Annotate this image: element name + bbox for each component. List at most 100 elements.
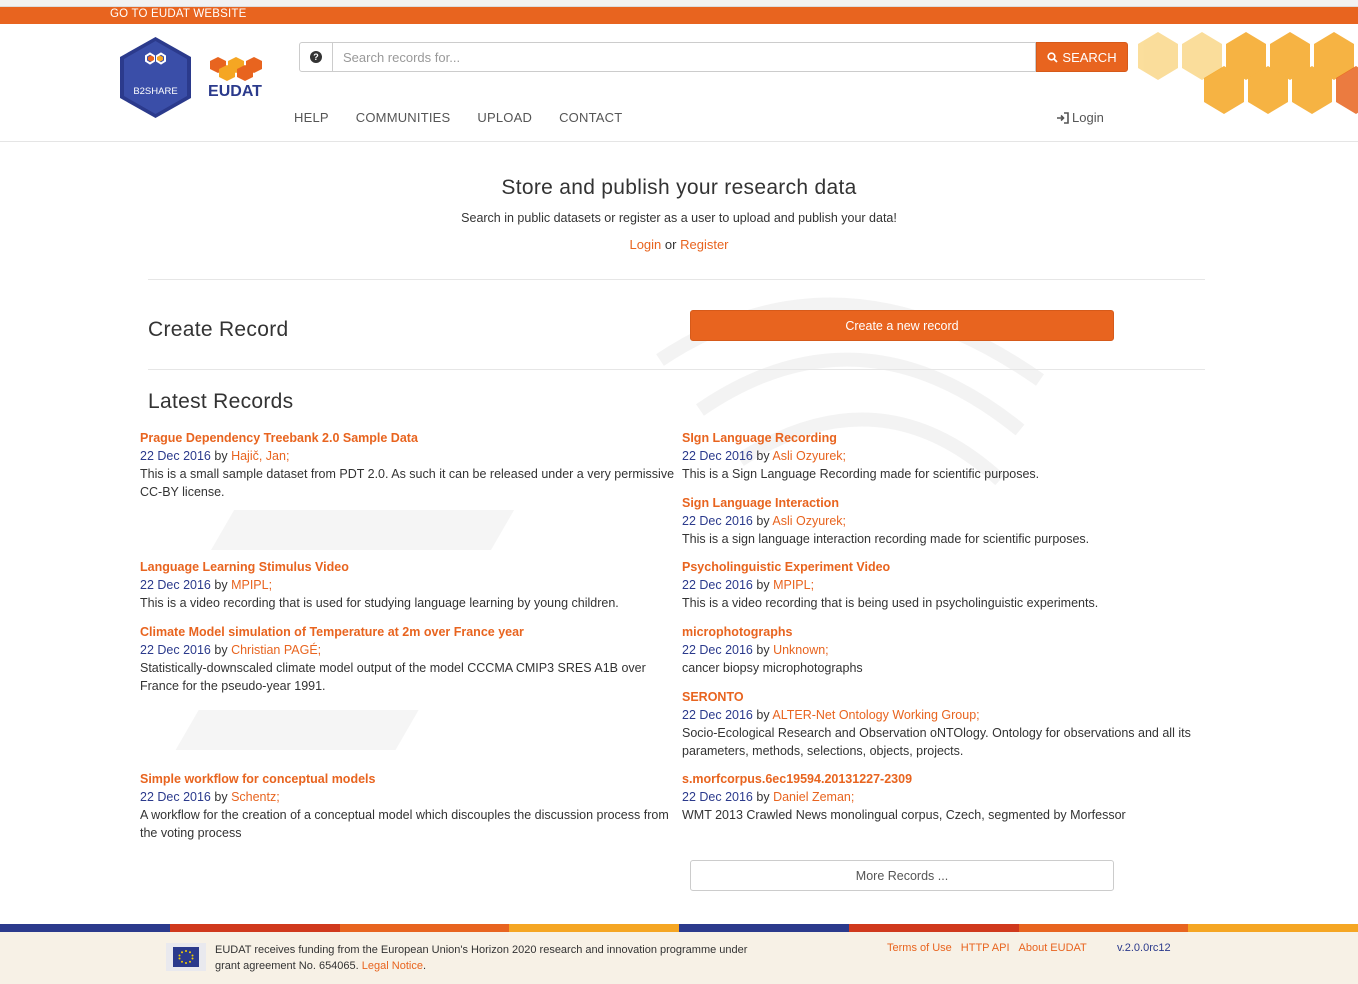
legal-notice-link[interactable]: Legal Notice	[362, 960, 423, 972]
record-author-link[interactable]: Christian PAGÉ;	[231, 643, 321, 657]
record-item: Prague Dependency Treebank 2.0 Sample Da…	[140, 429, 680, 501]
record-title-link[interactable]: SIgn Language Recording	[682, 429, 1222, 447]
create-record-heading: Create Record	[148, 318, 289, 341]
record-description: cancer biopsy microphotographs	[682, 661, 863, 675]
record-by: by	[756, 514, 770, 528]
record-date: 22 Dec 2016	[682, 790, 753, 804]
record-item: Climate Model simulation of Temperature …	[140, 623, 680, 695]
record-by: by	[756, 578, 770, 592]
record-author-link[interactable]: Hajič, Jan;	[231, 449, 289, 463]
record-author-link[interactable]: ALTER-Net Ontology Working Group;	[772, 708, 979, 722]
record-by: by	[214, 449, 228, 463]
search-help-button[interactable]: ?	[299, 42, 333, 72]
eudat-logo[interactable]: EUDAT	[200, 55, 270, 99]
record-date: 22 Dec 2016	[140, 449, 211, 463]
footer-funding-text: EUDAT receives funding from the European…	[215, 944, 748, 972]
nav-contact[interactable]: CONTACT	[559, 110, 622, 125]
record-title-link[interactable]: Prague Dependency Treebank 2.0 Sample Da…	[140, 429, 680, 447]
record-item: SERONTO 22 Dec 2016 by ALTER-Net Ontolog…	[682, 688, 1212, 760]
record-title-link[interactable]: Climate Model simulation of Temperature …	[140, 623, 680, 641]
record-description: This is a video recording that is being …	[682, 596, 1099, 610]
header-login-link[interactable]: Login	[1056, 110, 1104, 125]
question-circle-icon: ?	[310, 51, 322, 63]
record-item: Psycholinguistic Experiment Video 22 Dec…	[682, 558, 1222, 612]
record-description: A workflow for the creation of a concept…	[140, 808, 669, 840]
record-date: 22 Dec 2016	[682, 578, 753, 592]
record-date: 22 Dec 2016	[682, 643, 753, 657]
record-by: by	[756, 643, 770, 657]
record-title-link[interactable]: Psycholinguistic Experiment Video	[682, 558, 1222, 576]
footer-about-link[interactable]: About EUDAT	[1019, 942, 1087, 954]
record-description: This is a sign language interaction reco…	[682, 532, 1090, 546]
record-meta: 22 Dec 2016 by Asli Ozyurek;	[682, 512, 1222, 530]
hexagon-decoration	[1138, 32, 1358, 114]
record-item: Simple workflow for conceptual models 22…	[140, 770, 680, 842]
record-author-link[interactable]: Schentz;	[231, 790, 280, 804]
record-by: by	[214, 790, 228, 804]
record-author-link[interactable]: MPIPL;	[773, 578, 814, 592]
footer-color-stripes	[0, 924, 1358, 932]
record-date: 22 Dec 2016	[140, 643, 211, 657]
record-description: Statistically-downscaled climate model o…	[140, 661, 646, 693]
record-author-link[interactable]: Asli Ozyurek;	[772, 514, 846, 528]
record-meta: 22 Dec 2016 by Schentz;	[140, 788, 680, 806]
record-meta: 22 Dec 2016 by Hajič, Jan;	[140, 447, 680, 465]
record-item: Sign Language Interaction 22 Dec 2016 by…	[682, 494, 1222, 548]
record-description: Socio-Ecological Research and Observatio…	[682, 726, 1191, 758]
divider-2	[148, 369, 1205, 370]
hero-login-link[interactable]: Login	[629, 237, 661, 252]
record-author-link[interactable]: Daniel Zeman;	[773, 790, 854, 804]
hero-or-text: or	[664, 237, 677, 252]
eudat-logo-text: EUDAT	[208, 83, 262, 99]
record-date: 22 Dec 2016	[140, 790, 211, 804]
top-orange-bar: GO TO EUDAT WEBSITE	[0, 7, 1358, 24]
record-title-link[interactable]: microphotographs	[682, 623, 1222, 641]
record-author-link[interactable]: MPIPL;	[231, 578, 272, 592]
record-title-link[interactable]: Language Learning Stimulus Video	[140, 558, 680, 576]
record-title-link[interactable]: Sign Language Interaction	[682, 494, 1222, 512]
search-bar: ? SEARCH	[299, 42, 1128, 72]
go-to-eudat-link[interactable]: GO TO EUDAT WEBSITE	[110, 8, 247, 20]
search-button-label: SEARCH	[1062, 49, 1117, 65]
record-description: This is a small sample dataset from PDT …	[140, 467, 675, 499]
record-title-link[interactable]: s.morfcorpus.6ec19594.20131227-2309	[682, 770, 1222, 788]
record-author-link[interactable]: Unknown;	[773, 643, 829, 657]
hero-subtitle: Search in public datasets or register as…	[461, 211, 897, 225]
record-author-link[interactable]: Asli Ozyurek;	[772, 449, 846, 463]
footer-terms-link[interactable]: Terms of Use	[887, 942, 952, 954]
search-button[interactable]: SEARCH	[1036, 42, 1128, 72]
b2share-logo[interactable]: B2SHARE	[120, 37, 191, 118]
footer-http-api-link[interactable]: HTTP API	[961, 942, 1010, 954]
latest-records-heading: Latest Records	[148, 390, 294, 413]
record-meta: 22 Dec 2016 by MPIPL;	[140, 576, 680, 594]
create-record-button[interactable]: Create a new record	[690, 310, 1114, 341]
record-meta: 22 Dec 2016 by ALTER-Net Ontology Workin…	[682, 706, 1212, 724]
search-input[interactable]	[333, 42, 1036, 72]
browser-top-strip	[0, 0, 1358, 7]
record-item: s.morfcorpus.6ec19594.20131227-2309 22 D…	[682, 770, 1222, 824]
sign-in-icon	[1057, 111, 1069, 124]
record-date: 22 Dec 2016	[682, 514, 753, 528]
record-title-link[interactable]: SERONTO	[682, 688, 1212, 706]
record-by: by	[214, 578, 228, 592]
record-item: Language Learning Stimulus Video 22 Dec …	[140, 558, 680, 612]
record-title-link[interactable]: Simple workflow for conceptual models	[140, 770, 680, 788]
record-meta: 22 Dec 2016 by Daniel Zeman;	[682, 788, 1222, 806]
record-description: This is a video recording that is used f…	[140, 596, 619, 610]
hero-register-link[interactable]: Register	[680, 237, 728, 252]
more-records-button[interactable]: More Records ...	[690, 860, 1114, 891]
version-label: v.2.0.0rc12	[1117, 942, 1171, 954]
nav-help[interactable]: HELP	[294, 110, 329, 125]
nav-communities[interactable]: COMMUNITIES	[356, 110, 451, 125]
record-by: by	[756, 708, 770, 722]
eu-flag-icon	[166, 943, 206, 971]
hero-title: Store and publish your research data	[501, 176, 857, 199]
nav-upload[interactable]: UPLOAD	[477, 110, 532, 125]
record-item: microphotographs 22 Dec 2016 by Unknown;…	[682, 623, 1222, 677]
record-by: by	[756, 790, 770, 804]
record-meta: 22 Dec 2016 by Christian PAGÉ;	[140, 641, 680, 659]
funding-statement: EUDAT receives funding from the European…	[215, 944, 748, 972]
record-date: 22 Dec 2016	[140, 578, 211, 592]
search-icon	[1047, 51, 1059, 63]
record-description: This is a Sign Language Recording made f…	[682, 467, 1040, 481]
